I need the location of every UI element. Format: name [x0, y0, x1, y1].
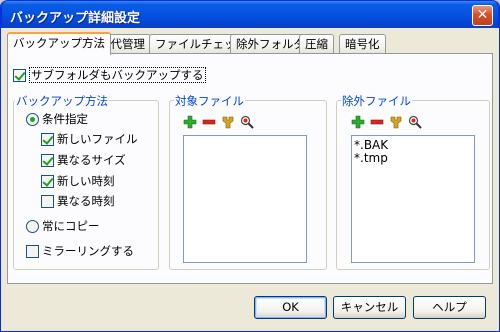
radio-button[interactable] [26, 219, 39, 233]
subfolders-checkbox[interactable]: サブフォルダもバックアップする [13, 67, 206, 83]
checkbox-box[interactable] [41, 174, 54, 188]
find-icon[interactable] [408, 115, 422, 129]
tab-encryption[interactable]: 暗号化 [339, 34, 386, 54]
checkbox-box[interactable] [13, 68, 26, 82]
help-button[interactable]: ヘルプ [413, 296, 486, 319]
conditional-radio[interactable]: 条件指定 [26, 111, 88, 127]
cancel-button[interactable]: キャンセル [333, 296, 406, 319]
condition-label: 異なるサイズ [57, 153, 126, 167]
tab-compression[interactable]: 圧縮 [299, 34, 334, 54]
edit-icon[interactable] [221, 115, 235, 129]
target-files-legend: 対象ファイル [174, 93, 245, 109]
condition-newer-file-checkbox[interactable]: 新しいファイル [41, 131, 138, 147]
remove-icon[interactable] [370, 115, 384, 129]
exclude-files-toolbar [351, 115, 431, 129]
target-files-group: 対象ファイル [169, 93, 327, 270]
condition-different-size-checkbox[interactable]: 異なるサイズ [41, 152, 126, 168]
checkbox-box[interactable] [41, 132, 54, 146]
close-button[interactable]: ✕ [472, 5, 493, 26]
condition-different-time-checkbox[interactable]: 異なる時刻 [41, 193, 115, 209]
conditional-label: 条件指定 [42, 112, 88, 126]
tab-backup-method[interactable]: バックアップ方法 [7, 32, 111, 55]
checkbox-box[interactable] [41, 153, 54, 167]
subfolders-label: サブフォルダもバックアップする [29, 67, 206, 83]
backup-method-legend: バックアップ方法 [15, 93, 109, 109]
exclude-files-legend: 除外ファイル [341, 93, 412, 109]
mirroring-checkbox[interactable]: ミラーリングする [26, 243, 134, 259]
mirroring-label: ミラーリングする [42, 244, 134, 258]
condition-label: 新しいファイル [57, 132, 138, 146]
target-files-toolbar [183, 115, 263, 129]
find-icon[interactable] [240, 115, 254, 129]
close-icon: ✕ [476, 7, 489, 23]
condition-newer-time-checkbox[interactable]: 新しい時刻 [41, 173, 115, 189]
dialog-window: バックアップ詳細設定 ✕ バックアップ方法 世代管理 ファイルチェック 除外フォ… [0, 0, 500, 332]
condition-label: 新しい時刻 [57, 174, 115, 188]
add-icon[interactable] [351, 115, 365, 129]
tab-panel: サブフォルダもバックアップする バックアップ方法 条件指定 新しいファイル 異な… [7, 53, 493, 284]
remove-icon[interactable] [202, 115, 216, 129]
exclude-files-list[interactable]: *.BAK *.tmp [351, 135, 475, 263]
target-files-list[interactable] [183, 135, 307, 263]
always-copy-radio[interactable]: 常にコピー [26, 218, 100, 234]
list-item[interactable]: *.tmp [354, 152, 472, 165]
always-copy-label: 常にコピー [42, 219, 100, 233]
edit-icon[interactable] [389, 115, 403, 129]
title-bar[interactable]: バックアップ詳細設定 ✕ [1, 0, 499, 28]
exclude-files-group: 除外ファイル *.BAK *.tmp [336, 93, 490, 270]
add-icon[interactable] [183, 115, 197, 129]
checkbox-box[interactable] [41, 194, 54, 208]
backup-method-group: バックアップ方法 条件指定 新しいファイル 異なるサイズ 新しい時刻 異なる時刻… [13, 93, 159, 270]
radio-button[interactable] [26, 112, 39, 126]
checkbox-box[interactable] [26, 244, 39, 258]
condition-label: 異なる時刻 [57, 194, 115, 208]
window-title: バックアップ詳細設定 [10, 11, 141, 26]
ok-button[interactable]: OK [254, 296, 327, 319]
